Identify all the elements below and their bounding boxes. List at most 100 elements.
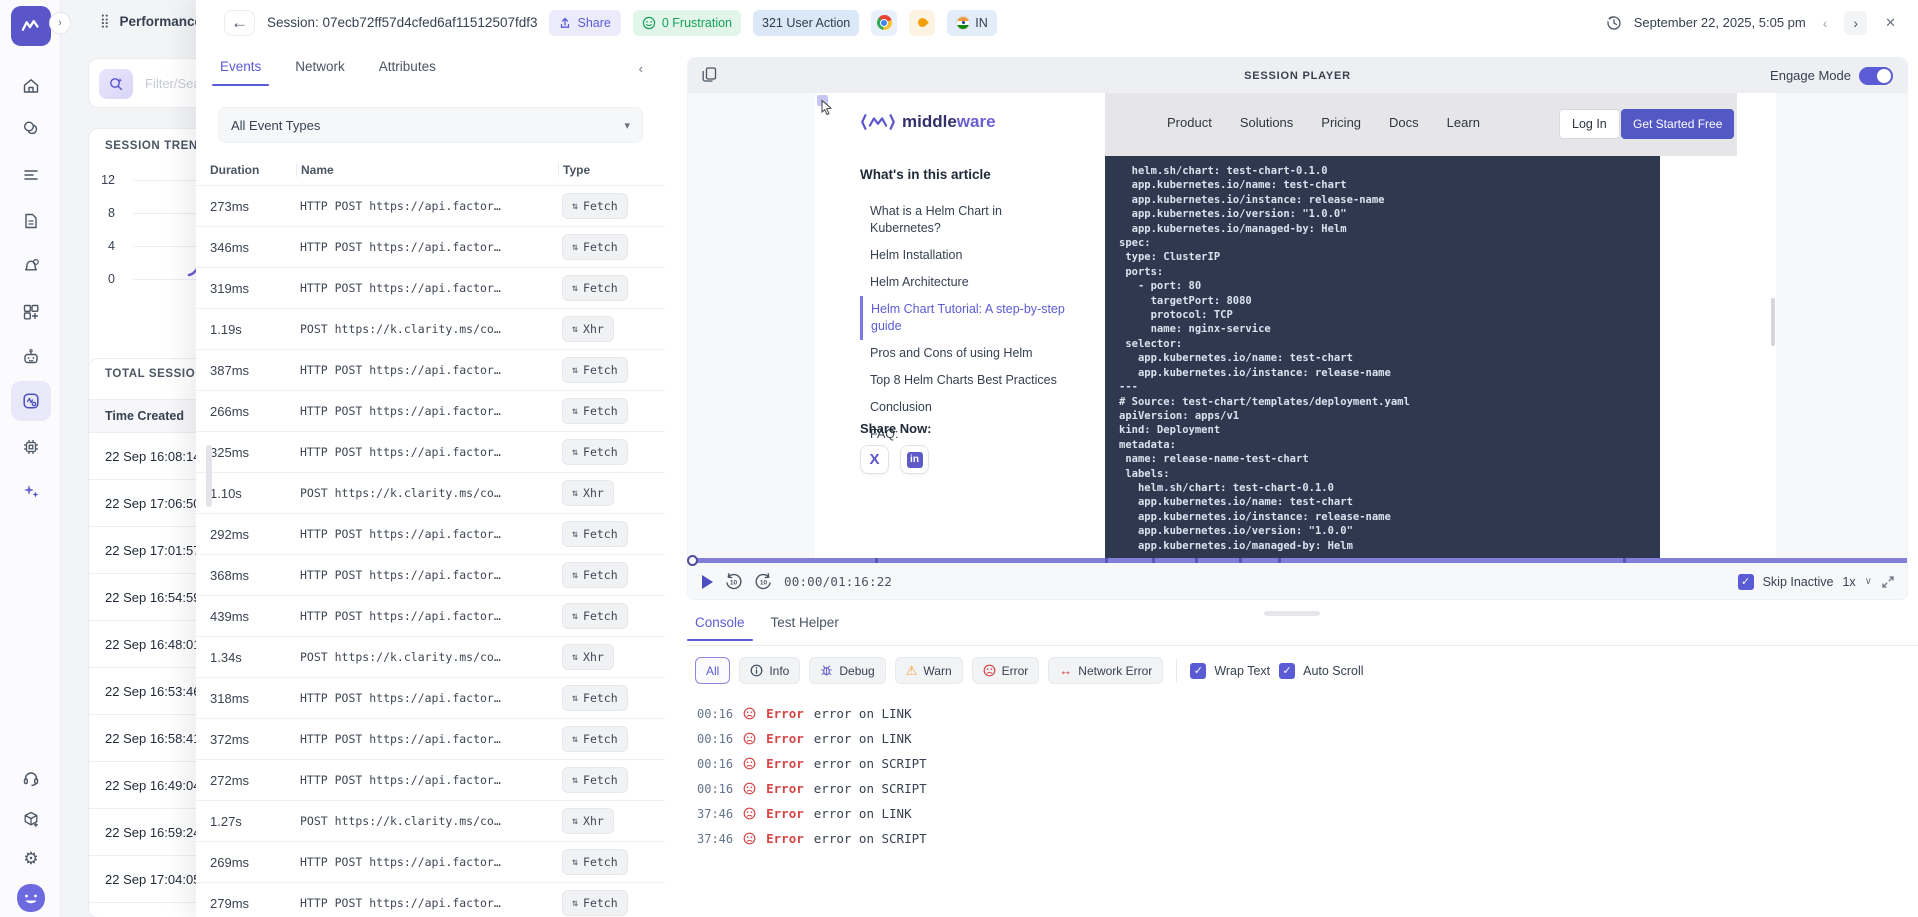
tab-console[interactable]: Console <box>695 615 745 641</box>
toc-item[interactable]: Helm Architecture <box>860 269 1070 296</box>
tab-attributes[interactable]: Attributes <box>379 59 436 86</box>
event-row[interactable]: 346ms HTTP POST https://api.factor… ⇅Fet… <box>196 226 665 267</box>
event-row[interactable]: 325ms HTTP POST https://api.factor… ⇅Fet… <box>196 431 665 472</box>
fullscreen-icon[interactable] <box>1881 575 1895 589</box>
sidebar-item-ai[interactable] <box>11 471 51 511</box>
console-log-row[interactable]: 00:16 Error error on LINK <box>697 726 1908 751</box>
nav-link[interactable]: Docs <box>1389 115 1419 130</box>
sidebar-item-packages[interactable] <box>11 799 51 839</box>
filter-warn[interactable]: ⚠ Warn <box>895 657 963 684</box>
event-row[interactable]: 439ms HTTP POST https://api.factor… ⇅Fet… <box>196 595 665 636</box>
tab-events[interactable]: Events <box>220 59 261 86</box>
engage-mode-toggle[interactable] <box>1859 67 1893 85</box>
event-row[interactable]: 273ms HTTP POST https://api.factor… ⇅Fet… <box>196 185 665 226</box>
filter-search-box[interactable]: Filter/Search... <box>88 58 196 108</box>
event-row[interactable]: 272ms HTTP POST https://api.factor… ⇅Fet… <box>196 759 665 800</box>
close-icon[interactable]: ✕ <box>1879 13 1902 33</box>
console-log-row[interactable]: 37:46 Error error on LINK <box>697 801 1908 826</box>
user-avatar[interactable] <box>11 878 51 917</box>
event-row[interactable]: 1.27s POST https://k.clarity.ms/co… ⇅Xhr <box>196 800 665 841</box>
next-session-button[interactable]: › <box>1844 11 1867 35</box>
tab-test-helper[interactable]: Test Helper <box>771 615 839 641</box>
event-row[interactable]: 318ms HTTP POST https://api.factor… ⇅Fet… <box>196 677 665 718</box>
play-button[interactable] <box>702 575 713 589</box>
filter-debug[interactable]: Debug <box>809 657 885 684</box>
sidebar-item-settings[interactable]: ⚙ <box>11 839 51 879</box>
skip-back-10-button[interactable]: 10 <box>724 572 743 591</box>
event-row[interactable]: 292ms HTTP POST https://api.factor… ⇅Fet… <box>196 513 665 554</box>
prev-session-button[interactable]: ‹ <box>1818 13 1833 33</box>
table-row[interactable]: 22 Sep 17:04:05 <box>89 856 196 903</box>
event-row[interactable]: 319ms HTTP POST https://api.factor… ⇅Fet… <box>196 267 665 308</box>
table-row[interactable]: 22 Sep 16:48:01 <box>89 621 196 668</box>
filter-all[interactable]: All <box>695 657 730 684</box>
table-row[interactable]: 22 Sep 17:06:50 <box>89 480 196 527</box>
sidebar-item-bot[interactable] <box>11 337 51 377</box>
event-row[interactable]: 372ms HTTP POST https://api.factor… ⇅Fet… <box>196 718 665 759</box>
filter-info[interactable]: Info <box>739 657 800 684</box>
event-row[interactable]: 368ms HTTP POST https://api.factor… ⇅Fet… <box>196 554 665 595</box>
auto-scroll-checkbox[interactable]: ✓ <box>1279 663 1295 679</box>
skip-forward-10-button[interactable]: 10 <box>754 572 773 591</box>
event-row[interactable]: 266ms HTTP POST https://api.factor… ⇅Fet… <box>196 390 665 431</box>
toc-item[interactable]: Helm Chart Tutorial: A step-by-step guid… <box>860 296 1070 340</box>
sidebar-item-logs[interactable] <box>11 155 51 195</box>
sidebar-item-integrations[interactable] <box>11 292 51 332</box>
share-button[interactable]: Share <box>549 10 620 36</box>
sidebar-item-documents[interactable] <box>11 201 51 241</box>
nav-link[interactable]: Solutions <box>1240 115 1293 130</box>
event-row[interactable]: 269ms HTTP POST https://api.factor… ⇅Fet… <box>196 841 665 882</box>
toc-item[interactable]: Helm Installation <box>860 242 1070 269</box>
sidebar-expand-button[interactable]: › <box>49 12 71 34</box>
filter-error[interactable]: Error <box>972 657 1040 684</box>
toc-item[interactable]: Pros and Cons of using Helm <box>860 340 1070 367</box>
playback-speed[interactable]: 1x <box>1842 575 1855 589</box>
toc-item[interactable]: Top 8 Helm Charts Best Practices <box>860 367 1070 394</box>
event-type-select[interactable]: All Event Types ▾ <box>218 107 643 143</box>
event-row[interactable]: 1.34s POST https://k.clarity.ms/co… ⇅Xhr <box>196 636 665 677</box>
chevron-down-icon[interactable]: ∨ <box>1865 576 1872 587</box>
sidebar-item-home[interactable] <box>11 66 51 106</box>
table-row[interactable]: 22 Sep 16:58:41 <box>89 715 196 762</box>
event-row[interactable]: 279ms HTTP POST https://api.factor… ⇅Fet… <box>196 882 665 917</box>
event-row[interactable]: 387ms HTTP POST https://api.factor… ⇅Fet… <box>196 349 665 390</box>
panel-drag-handle[interactable] <box>1264 611 1320 616</box>
table-row[interactable]: 22 Sep 16:49:04 <box>89 762 196 809</box>
table-row[interactable]: 22 Sep 17:01:57 <box>89 527 196 574</box>
back-button[interactable]: ← <box>224 10 255 36</box>
table-row[interactable]: 22 Sep 16:53:46 <box>89 668 196 715</box>
nav-link[interactable]: Product <box>1167 115 1212 130</box>
console-log-row[interactable]: 00:16 Error error on SCRIPT <box>697 751 1908 776</box>
console-log-row[interactable]: 37:46 Error error on SCRIPT <box>697 826 1908 851</box>
console-log-row[interactable]: 00:16 Error error on SCRIPT <box>697 776 1908 801</box>
site-logo[interactable]: middleware <box>860 111 996 133</box>
table-row[interactable]: 22 Sep 16:59:24 <box>89 809 196 856</box>
trend-line-chart <box>89 129 196 377</box>
linkedin-share-button[interactable]: in <box>900 445 929 474</box>
table-row[interactable]: 22 Sep 16:08:14 <box>89 433 196 480</box>
get-started-button[interactable]: Get Started Free <box>1621 109 1734 139</box>
sidebar-item-costs[interactable] <box>11 109 51 149</box>
sidebar-item-support[interactable] <box>11 758 51 798</box>
login-button[interactable]: Log In <box>1559 109 1620 139</box>
toc-item[interactable]: Conclusion <box>860 394 1070 421</box>
console-log-row[interactable]: 00:16 Error error on LINK <box>697 701 1908 726</box>
site-scrollbar[interactable] <box>1771 298 1775 346</box>
middleware-logo[interactable] <box>11 6 51 46</box>
tab-network[interactable]: Network <box>295 59 345 86</box>
sidebar-item-alerts[interactable] <box>11 247 51 287</box>
table-row[interactable]: 22 Sep 16:54:59 <box>89 574 196 621</box>
wrap-text-checkbox[interactable]: ✓ <box>1190 663 1206 679</box>
skip-inactive-checkbox[interactable]: ✓ <box>1738 574 1754 590</box>
events-scrollbar[interactable] <box>206 445 212 507</box>
toc-item[interactable]: What is a Helm Chart in Kubernetes? <box>860 198 1070 242</box>
x-share-button[interactable]: X <box>860 445 889 474</box>
event-row[interactable]: 1.10s POST https://k.clarity.ms/co… ⇅Xhr <box>196 472 665 513</box>
event-row[interactable]: 1.19s POST https://k.clarity.ms/co… ⇅Xhr <box>196 308 665 349</box>
filter-network-error[interactable]: ↔ Network Error <box>1048 657 1163 684</box>
nav-link[interactable]: Pricing <box>1321 115 1361 130</box>
sidebar-item-infrastructure[interactable] <box>11 427 51 467</box>
collapse-panel-icon[interactable]: ‹ <box>639 61 643 76</box>
nav-link[interactable]: Learn <box>1447 115 1480 130</box>
sidebar-item-session-replay[interactable] <box>11 381 51 421</box>
